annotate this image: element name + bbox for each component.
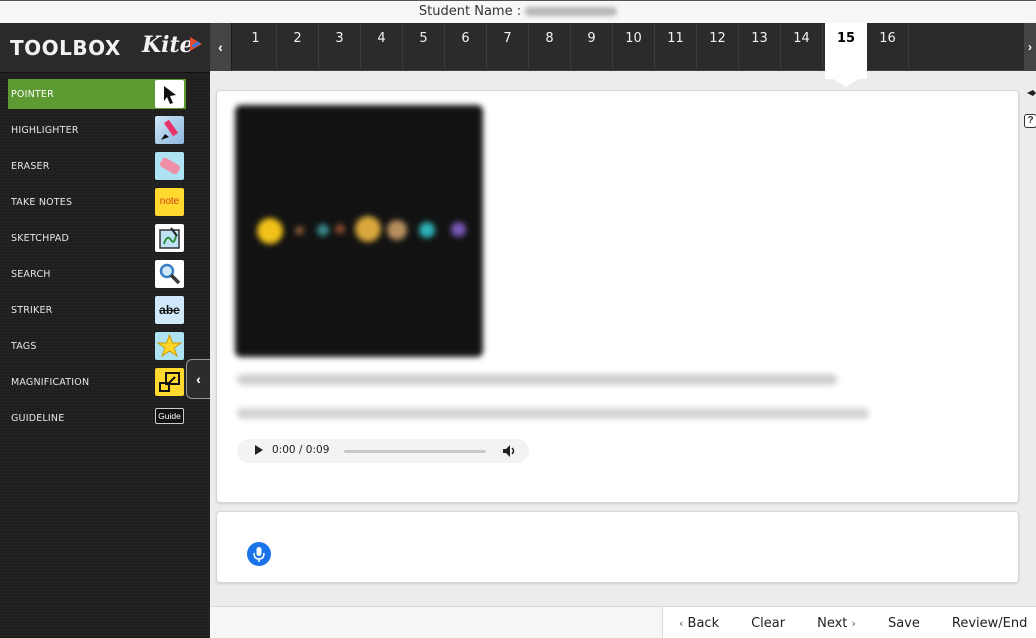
question-tab-2[interactable]: 2 [277,23,319,71]
tool-label: MAGNIFICATION [11,377,90,388]
question-prompt-redacted [237,408,869,419]
tool-label: SEARCH [11,269,51,280]
magnification-icon [155,368,184,396]
question-tab-10[interactable]: 10 [613,23,655,71]
question-tab-14[interactable]: 14 [781,23,823,71]
highlighter-icon [155,116,184,144]
planet [257,218,283,244]
question-tab-12[interactable]: 12 [697,23,739,71]
tool-magnification[interactable]: MAGNIFICATION [8,367,186,397]
note-icon: note [155,188,184,216]
audio-player[interactable]: 0:00 / 0:09 [237,439,529,463]
question-text-redacted [237,374,837,385]
tool-label: SKETCHPAD [11,233,70,244]
question-panel: 0:00 / 0:09 [216,90,1019,503]
question-tab-9[interactable]: 9 [571,23,613,71]
audio-progress-track[interactable] [344,450,486,453]
planet [419,222,435,238]
audio-time: 0:00 / 0:09 [272,444,330,456]
question-tab-1[interactable]: 1 [235,23,277,71]
tool-label: STRIKER [11,305,53,316]
back-label: Back [687,616,720,631]
planets-image-redacted [235,105,483,357]
play-icon[interactable] [255,445,263,455]
tool-label: ERASER [11,161,50,172]
back-button[interactable]: ‹ Back [663,607,735,638]
question-tab-16[interactable]: 16 [867,23,909,71]
guideline-icon: Guide [155,408,184,424]
toolbox-sidebar: TOOLBOX Kite POINTER HIGHLIGHTER ERASER … [0,23,210,638]
question-tab-13[interactable]: 13 [739,23,781,71]
tool-label: HIGHLIGHTER [11,125,79,136]
question-navigator: ‹ 1 2 3 4 5 6 7 8 9 10 11 12 13 14 15 16… [210,23,1036,87]
tool-guideline[interactable]: GUIDELINE Guide [8,403,186,433]
question-tab-8[interactable]: 8 [529,23,571,71]
previous-questions-arrow-icon[interactable]: ‹ [210,23,232,71]
microphone-button[interactable] [247,542,271,566]
tool-label: TAGS [11,341,37,352]
tool-striker[interactable]: STRIKER abe [8,295,186,325]
star-icon [155,332,184,360]
answer-panel [216,511,1019,583]
magnifier-icon [155,260,184,288]
chevron-left-icon: ‹ [679,617,684,630]
microphone-icon [253,547,265,562]
tool-label: POINTER [11,89,54,100]
collapse-toolbox-button[interactable]: ‹ [186,359,210,399]
tool-take-notes[interactable]: TAKE NOTES note [8,187,186,217]
student-name-label: Student Name : [418,4,522,19]
footer-buttons: ‹ Back Clear Next › Save Review/End [662,607,1036,638]
next-button[interactable]: Next › [801,607,872,638]
tool-label: TAKE NOTES [11,197,73,208]
question-tab-4[interactable]: 4 [361,23,403,71]
planet [451,222,466,237]
chevron-right-icon: › [851,617,856,630]
question-tab-3[interactable]: 3 [319,23,361,71]
help-icon[interactable]: ? [1024,114,1036,128]
question-tab-5[interactable]: 5 [403,23,445,71]
sketchpad-icon [155,224,184,252]
volume-icon[interactable] [503,445,517,457]
eraser-icon [155,152,184,180]
strikethrough-icon: abe [155,296,184,324]
tool-label: GUIDELINE [11,413,65,424]
clear-button[interactable]: Clear [735,607,801,638]
question-tab-11[interactable]: 11 [655,23,697,71]
planet [335,224,345,234]
kite-test-app: Student Name : TOOLBOX Kite POINTER HIGH… [0,0,1036,638]
footer-bar: ‹ Back Clear Next › Save Review/End [210,606,1036,638]
tool-highlighter[interactable]: HIGHLIGHTER [8,115,186,145]
toolbox-title: TOOLBOX [10,36,121,60]
question-tab-6[interactable]: 6 [445,23,487,71]
planet [355,216,381,242]
tool-tags[interactable]: TAGS [8,331,186,361]
kite-logo: Kite [142,32,194,58]
next-questions-arrow-icon[interactable]: › [1024,23,1036,71]
question-tab-15-current[interactable]: 15 [825,23,867,87]
tool-pointer[interactable]: POINTER [8,79,186,109]
tool-search[interactable]: SEARCH [8,259,186,289]
next-label: Next [817,616,848,631]
planet [317,224,329,236]
tool-sketchpad[interactable]: SKETCHPAD [8,223,186,253]
pin-icon[interactable] [1027,90,1036,97]
review-end-button[interactable]: Review/End [936,607,1036,638]
planet [295,226,304,235]
planet [387,220,407,240]
tool-eraser[interactable]: ERASER [8,151,186,181]
student-name-redacted [525,7,618,16]
pointer-arrow-icon [155,80,184,108]
question-tab-7[interactable]: 7 [487,23,529,71]
toolbox-header: TOOLBOX Kite [0,23,210,73]
save-button[interactable]: Save [872,607,936,638]
